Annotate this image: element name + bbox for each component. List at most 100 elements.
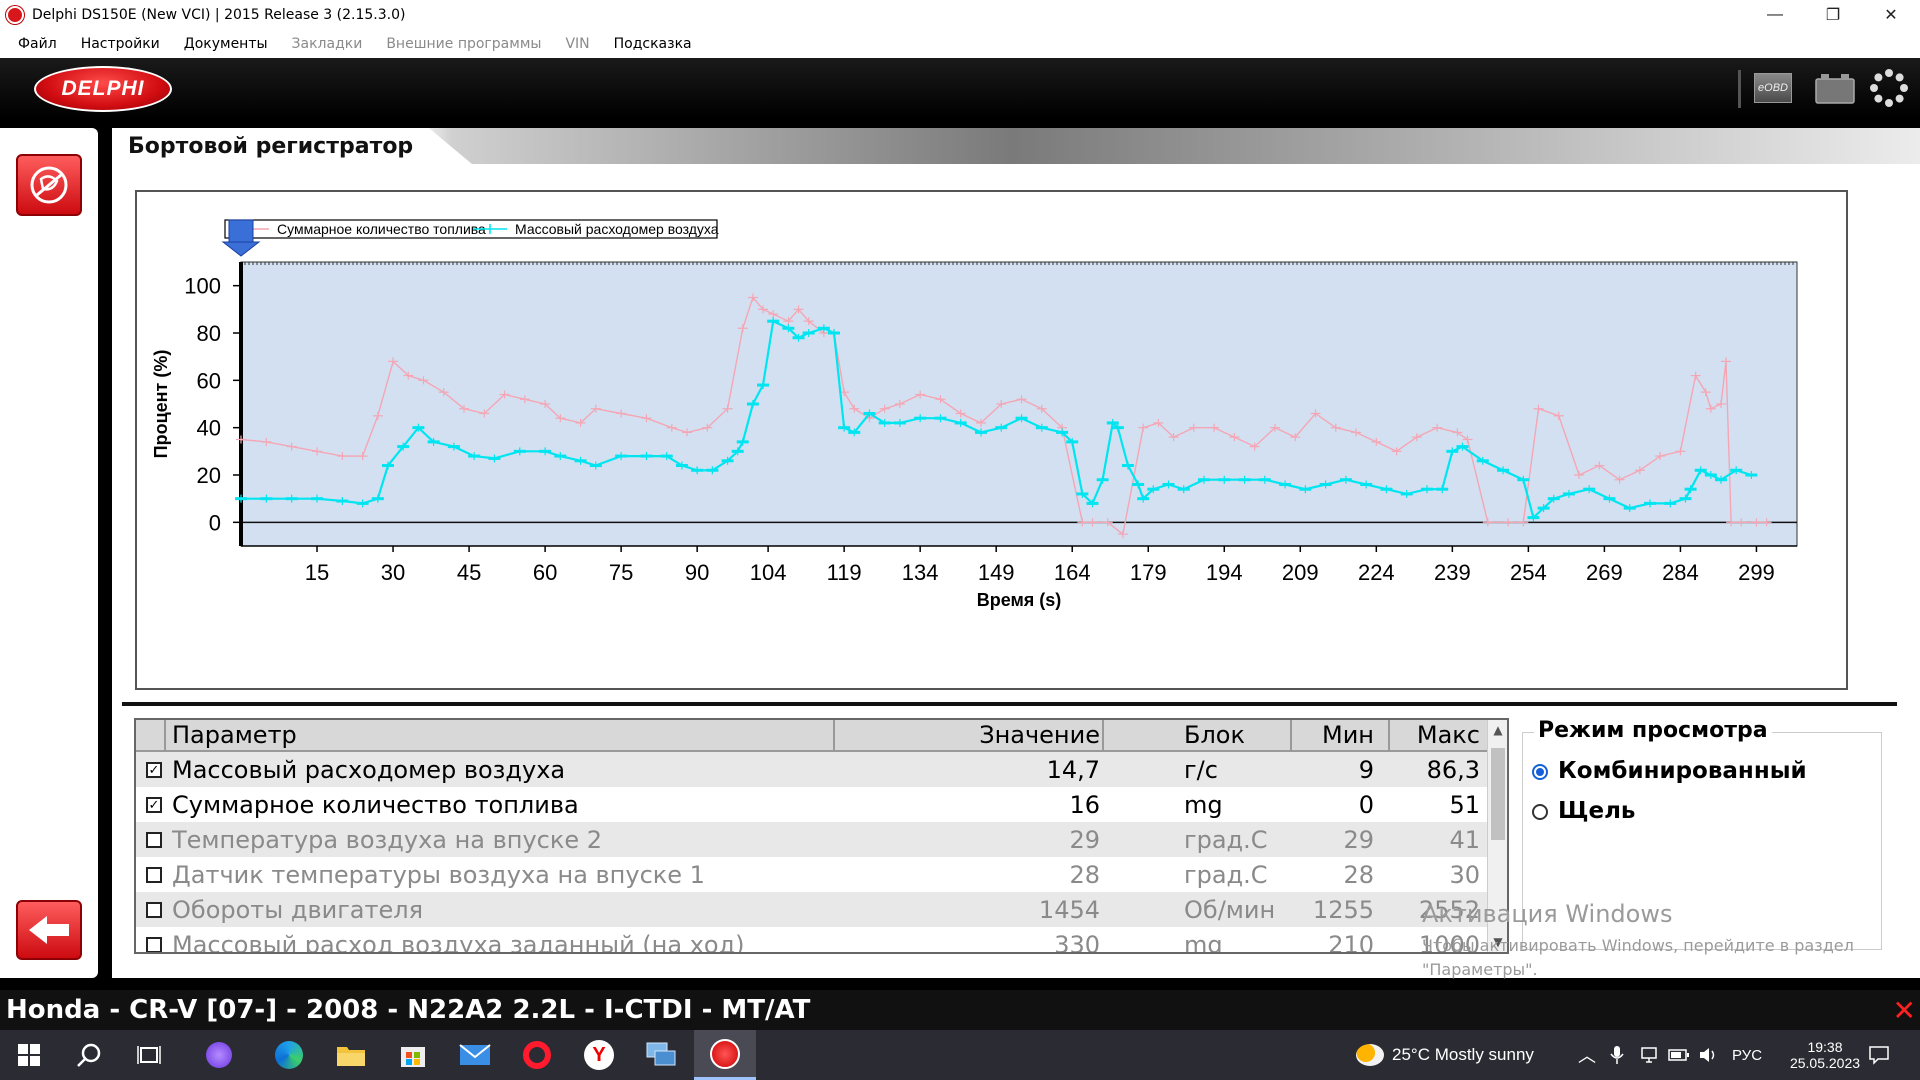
row-max: 30 [1449, 860, 1480, 889]
row-unit: mg [1184, 930, 1223, 954]
column-header-unit[interactable]: Блок [1184, 720, 1288, 750]
row-max: 51 [1449, 790, 1480, 819]
view-mode-option-label: Щель [1558, 798, 1636, 824]
row-unit: г/с [1184, 755, 1218, 784]
show-hidden-icons[interactable]: ︿ [1578, 1030, 1596, 1080]
minimize-button[interactable]: — [1746, 0, 1804, 30]
menu-help[interactable]: Подсказка [602, 36, 704, 52]
weather-text: 25°C Mostly sunny [1392, 1045, 1534, 1064]
x-tick-label: 179 [1130, 560, 1167, 585]
y-tick-label: 0 [209, 510, 221, 535]
row-checkbox[interactable] [146, 937, 162, 952]
menu-file[interactable]: Файл [0, 36, 69, 52]
column-header-value[interactable]: Значение [836, 720, 1100, 750]
close-vehicle-icon[interactable]: ✕ [1893, 994, 1916, 1027]
row-unit: град.С [1184, 860, 1268, 889]
row-checkbox[interactable]: ✓ [146, 762, 162, 778]
x-tick-label: 284 [1662, 560, 1699, 585]
windows-taskbar: Y 25°C Mostly sunny ︿ РУС 19:38 25.05.20… [0, 1030, 1920, 1080]
row-value: 28 [1069, 860, 1100, 889]
x-tick-label: 149 [978, 560, 1015, 585]
y-tick-label: 20 [197, 463, 221, 488]
volume-icon[interactable] [1698, 1030, 1718, 1080]
activation-watermark-text-2: "Параметры". [1422, 960, 1538, 979]
row-value: 14,7 [1046, 755, 1100, 784]
network-status-icon[interactable] [1640, 1030, 1658, 1080]
table-row[interactable]: Датчик температуры воздуха на впуске 1 2… [136, 857, 1488, 892]
table-row[interactable]: Массовый расход воздуха заданный (на ход… [136, 927, 1488, 954]
left-sidebar [0, 128, 98, 978]
start-icon[interactable] [0, 1030, 58, 1080]
menu-vin[interactable]: VIN [553, 36, 601, 52]
microphone-icon[interactable] [1610, 1030, 1624, 1080]
column-header-max[interactable]: Макс [1392, 720, 1480, 750]
row-max: 86,3 [1426, 755, 1480, 784]
row-checkbox[interactable]: ✓ [146, 797, 162, 813]
diagnostic-icon [30, 166, 68, 204]
maximize-button[interactable]: ❐ [1804, 0, 1862, 30]
diagnostic-button[interactable] [16, 154, 82, 216]
x-tick-label: 15 [305, 560, 329, 585]
radio-button[interactable] [1532, 764, 1548, 780]
delphi-app-icon[interactable] [694, 1030, 756, 1080]
mail-icon[interactable] [446, 1030, 504, 1080]
x-tick-label: 60 [533, 560, 557, 585]
menu-bookmarks[interactable]: Закладки [280, 36, 375, 52]
x-axis-label: Время (s) [977, 590, 1062, 610]
x-tick-label: 30 [381, 560, 405, 585]
scroll-up-icon[interactable]: ▲ [1488, 720, 1507, 740]
recorder-chart[interactable]: 0 20 40 60 80 100 15 30 45 60 75 90 104 119 134 149 164 1… [137, 192, 1846, 688]
notifications-icon[interactable] [1868, 1030, 1890, 1080]
scroll-thumb[interactable] [1491, 748, 1505, 840]
table-row[interactable]: Обороты двигателя 1454 Об/мин 1255 2552 [136, 892, 1488, 927]
store-icon[interactable] [384, 1030, 442, 1080]
column-divider [164, 720, 166, 752]
vehicle-info-bar: Honda - CR-V [07-] - 2008 - N22A2 2.2L -… [0, 990, 1920, 1030]
menu-settings[interactable]: Настройки [69, 36, 172, 52]
y-tick-label: 60 [197, 368, 221, 393]
row-min: 9 [1358, 755, 1374, 784]
eobd-icon[interactable]: eOBD [1753, 68, 1793, 108]
spinner-icon[interactable] [1866, 68, 1912, 108]
row-unit: mg [1184, 790, 1223, 819]
opera-icon[interactable] [508, 1030, 566, 1080]
table-row[interactable]: Температура воздуха на впуске 2 29 град.… [136, 822, 1488, 857]
edge-icon[interactable] [260, 1030, 318, 1080]
row-parameter: Обороты двигателя [172, 895, 424, 924]
network-app-icon[interactable] [632, 1030, 690, 1080]
row-unit: град.С [1184, 825, 1268, 854]
weather-widget[interactable]: 25°C Mostly sunny [1356, 1030, 1534, 1080]
table-row[interactable]: ✓ Массовый расходомер воздуха 14,7 г/с 9… [136, 752, 1488, 787]
weather-icon [1356, 1044, 1384, 1066]
close-window-button[interactable]: ✕ [1862, 0, 1920, 30]
menu-external-programs[interactable]: Внешние программы [374, 36, 553, 52]
row-checkbox[interactable] [146, 902, 162, 918]
search-icon[interactable] [60, 1030, 118, 1080]
row-checkbox[interactable] [146, 832, 162, 848]
x-tick-label: 45 [457, 560, 481, 585]
x-tick-label: 75 [609, 560, 633, 585]
explorer-icon[interactable] [322, 1030, 380, 1080]
language-indicator[interactable]: РУС [1732, 1030, 1762, 1080]
column-header-parameter[interactable]: Параметр [172, 720, 792, 750]
clock[interactable]: 19:38 25.05.2023 [1790, 1030, 1860, 1080]
radio-button[interactable] [1532, 804, 1548, 820]
row-min: 29 [1343, 825, 1374, 854]
table-row[interactable]: ✓ Суммарное количество топлива 16 mg 0 5… [136, 787, 1488, 822]
yandex-icon[interactable]: Y [570, 1030, 628, 1080]
header-divider [1738, 70, 1741, 108]
column-divider [1388, 720, 1390, 752]
menu-documents[interactable]: Документы [172, 36, 280, 52]
battery-status-icon[interactable] [1668, 1030, 1690, 1080]
app-header: DELPHI eOBD [0, 58, 1920, 118]
row-checkbox[interactable] [146, 867, 162, 883]
y-tick-label: 80 [197, 321, 221, 346]
row-parameter: Температура воздуха на впуске 2 [172, 825, 603, 854]
x-tick-label: 164 [1054, 560, 1091, 585]
battery-icon[interactable] [1812, 68, 1858, 108]
column-divider [1102, 720, 1104, 752]
back-button[interactable] [16, 900, 82, 960]
cortana-icon[interactable] [190, 1030, 248, 1080]
task-view-icon[interactable] [120, 1030, 178, 1080]
column-header-min[interactable]: Мин [1294, 720, 1374, 750]
